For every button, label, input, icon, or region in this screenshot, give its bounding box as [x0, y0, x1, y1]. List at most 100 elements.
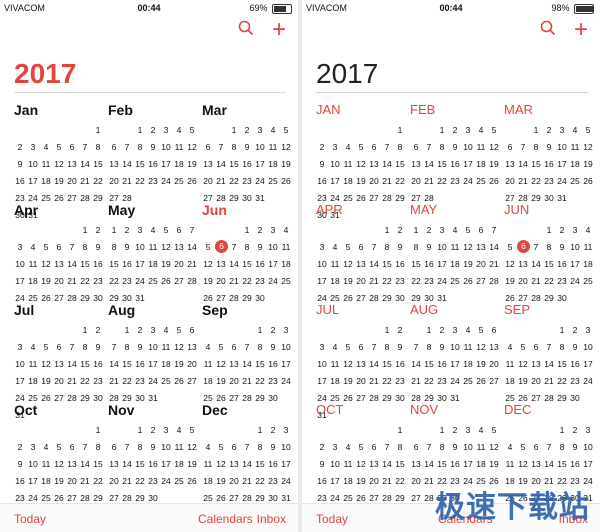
day: 8 [439, 142, 445, 152]
day: 26 [174, 376, 184, 386]
day: 19 [216, 476, 226, 486]
day: 2 [546, 125, 552, 135]
month-sep[interactable]: Sep 1 2 3 4 5 6 7 8 9 10 11 12 13 14 15 16 17 18 19 20 21 22 23… [202, 302, 294, 405]
status-bar: VIVACOM 00:44 98% [302, 0, 600, 16]
month-dec[interactable]: Dec 1 2 3 4 5 6 7 8 9 10 11 12 13 14 15 16 17 18 19 20 21 22 23… [202, 402, 294, 505]
day: 4 [478, 425, 484, 435]
today-button[interactable]: Today [14, 512, 46, 526]
month-jun[interactable]: Jun 1 2 3 4 5 6 7 8 9 10 11 12 13 14 15 16 17 18 19 20 21 22 23… [202, 202, 294, 305]
day: 22 [255, 376, 265, 386]
month-feb[interactable]: Feb 1 2 3 4 5 6 7 8 9 10 11 12 13 14 15 16 17 18 19 20 21 22 23… [108, 102, 200, 205]
day: 2 [439, 325, 445, 335]
day: 26 [463, 276, 473, 286]
day: 3 [163, 125, 169, 135]
day: 15 [255, 359, 265, 369]
add-event-icon[interactable]: + [272, 18, 286, 42]
day: 19 [54, 476, 64, 486]
day: 21 [411, 376, 421, 386]
day: 2 [257, 225, 263, 235]
day: 18 [450, 259, 460, 269]
day: 25 [583, 276, 593, 286]
day: 9 [150, 142, 156, 152]
day: 24 [281, 476, 291, 486]
day: 18 [41, 476, 51, 486]
day: 7 [426, 142, 432, 152]
day: 28 [187, 276, 197, 286]
month-may[interactable]: MAY 1 2 3 4 5 6 7 8 9 10 11 12 13 14 15 16 17 18 19 20 21 22 23… [410, 202, 502, 305]
day: 18 [476, 159, 486, 169]
day: 17 [15, 376, 25, 386]
day: 14 [369, 259, 379, 269]
day: 3 [30, 442, 36, 452]
day: 17 [557, 159, 567, 169]
month-apr[interactable]: Apr 1 2 3 4 5 6 7 8 9 10 11 12 13 14 15 16 17 18 19 20 21 22 23… [14, 202, 106, 305]
day: 2 [150, 425, 156, 435]
day: 10 [281, 442, 291, 452]
day: 7 [189, 225, 195, 235]
month-name: Mar [202, 102, 227, 118]
day: 22 [242, 276, 252, 286]
day: 18 [28, 376, 38, 386]
month-name: Jan [14, 102, 39, 118]
day: 9 [95, 242, 101, 252]
day: 13 [54, 359, 64, 369]
day: 15 [109, 259, 119, 269]
day: 15 [80, 359, 90, 369]
month-mar[interactable]: MAR 1 2 3 4 5 6 7 8 9 10 11 12 13 14 15 16 17 18 19 20 21 22 23… [504, 102, 596, 205]
month-aug[interactable]: Aug 1 2 3 4 5 6 7 8 9 10 11 12 13 14 15 16 17 18 19 20 21 22 23… [108, 302, 200, 405]
add-event-icon[interactable]: + [574, 18, 588, 42]
day: 21 [229, 276, 239, 286]
day: 10 [28, 459, 38, 469]
day: 10 [28, 159, 38, 169]
month-apr[interactable]: APR 1 2 3 4 5 6 7 8 9 10 11 12 13 14 15 16 17 18 19 20 21 22 23… [316, 202, 408, 305]
month-jun[interactable]: JUN 1 2 3 4 5 6 7 8 9 10 11 12 13 14 15 16 17 18 19 20 21 22 23… [504, 202, 596, 305]
day: 3 [439, 225, 445, 235]
day: 12 [476, 342, 486, 352]
day: 9 [137, 342, 143, 352]
day-grid: 1 2 3 4 5 6 7 8 9 10 11 12 13 14 15 16 17 18 19 20 21 22 23 24 2… [410, 223, 502, 305]
day: 12 [187, 142, 197, 152]
day: 24 [557, 176, 567, 186]
month-name: JUN [504, 202, 530, 217]
inbox-button[interactable]: Inbox [257, 512, 286, 526]
month-may[interactable]: May 1 2 3 4 5 6 7 8 9 10 11 12 13 14 15 16 17 18 19 20 21 22 23… [108, 202, 200, 305]
day: 9 [572, 442, 578, 452]
day: 9 [452, 142, 458, 152]
month-name: Nov [108, 402, 135, 418]
day-grid: 1 2 3 4 5 6 7 8 9 10 11 12 13 14 15 16 17 18 19 20 21 22 23 24 2… [108, 323, 200, 405]
day: 10 [330, 459, 340, 469]
day: 16 [15, 476, 25, 486]
day: 22 [382, 276, 392, 286]
day: 15 [93, 159, 103, 169]
calendars-button[interactable]: Calendars [198, 512, 253, 526]
day: 17 [330, 176, 340, 186]
month-mar[interactable]: Mar 1 2 3 4 5 6 7 8 9 10 11 12 13 14 15 16 17 18 19 20 21 22 23… [202, 102, 294, 205]
day: 16 [242, 159, 252, 169]
day-grid: 1 2 3 4 5 6 7 8 9 10 11 12 13 14 15 16 17 18 19 20 21 22 23 24 2… [410, 323, 502, 405]
day: 15 [395, 459, 405, 469]
day: 2 [95, 325, 101, 335]
search-icon[interactable] [238, 20, 254, 41]
day: 13 [174, 242, 184, 252]
day: 6 [69, 142, 75, 152]
day: 14 [67, 359, 77, 369]
month-nov[interactable]: Nov 1 2 3 4 5 6 7 8 9 10 11 12 13 14 15 16 17 18 19 20 21 22 23… [108, 402, 200, 505]
day: 5 [491, 425, 497, 435]
month-name: Sep [202, 302, 228, 318]
day: 7 [413, 342, 419, 352]
month-name: Feb [108, 102, 133, 118]
day: 12 [518, 459, 528, 469]
day: 7 [371, 242, 377, 252]
day: 6 [358, 342, 364, 352]
search-icon[interactable] [540, 20, 556, 41]
month-aug[interactable]: AUG 1 2 3 4 5 6 7 8 9 10 11 12 13 14 15 16 17 18 19 20 21 22 23… [410, 302, 502, 405]
day: 3 [319, 242, 325, 252]
today-button[interactable]: Today [316, 512, 348, 526]
day: 3 [452, 325, 458, 335]
day: 15 [395, 159, 405, 169]
month-feb[interactable]: FEB 1 2 3 4 5 6 7 8 9 10 11 12 13 14 15 16 17 18 19 20 21 22 23… [410, 102, 502, 205]
day: 1 [384, 325, 390, 335]
day: 22 [135, 176, 145, 186]
month-sep[interactable]: SEP 1 2 3 4 5 6 7 8 9 10 11 12 13 14 15 16 17 18 19 20 21 22 23… [504, 302, 596, 405]
day: 3 [257, 125, 263, 135]
